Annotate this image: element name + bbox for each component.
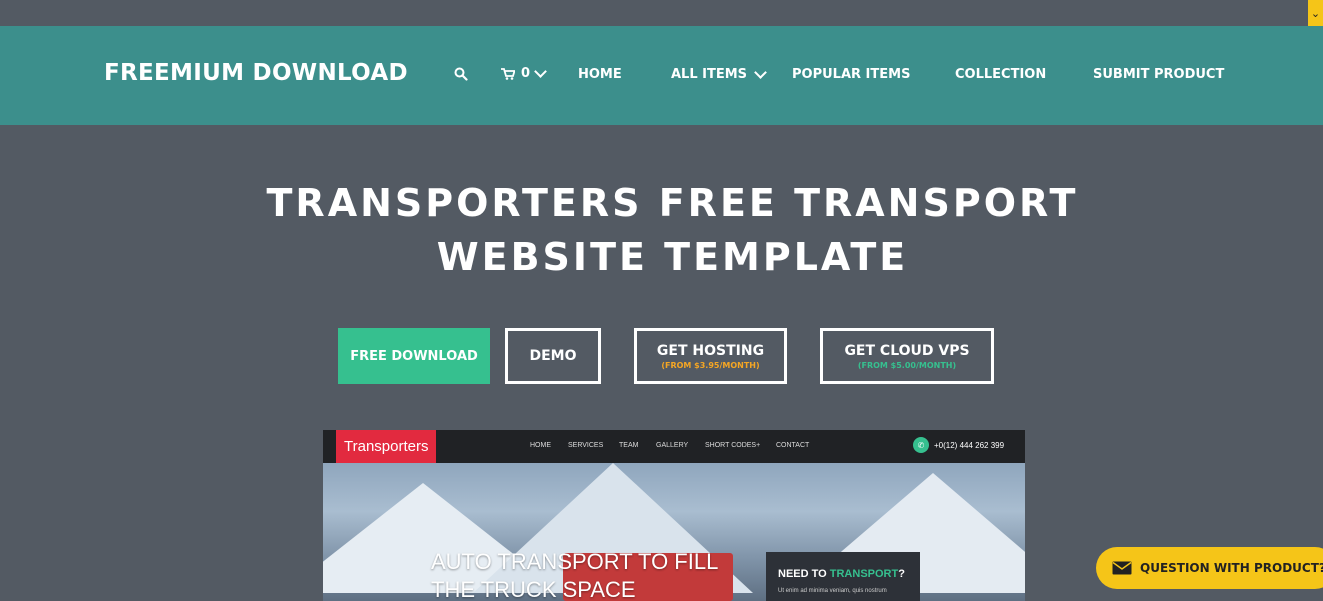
template-preview-image[interactable]: Transporters HOME SERVICES TEAM GALLERY … (323, 430, 1025, 601)
need-highlight: TRANSPORT (829, 568, 899, 580)
get-cloud-vps-price: (FROM $5.00/MONTH) (857, 360, 957, 370)
nav-all-items[interactable]: ALL ITEMS (671, 65, 767, 82)
free-download-button[interactable]: FREE DOWNLOAD (338, 328, 490, 384)
question-label: QUESTION WITH PRODUCT? (1140, 561, 1323, 575)
nav-home[interactable]: HOME (578, 67, 622, 82)
get-hosting-price: (FROM $3.95/MONTH) (661, 360, 760, 370)
preview-nav-item: HOME (530, 442, 551, 449)
chevron-down-icon (754, 65, 767, 79)
nav-popular-items[interactable]: POPULAR ITEMS (792, 67, 910, 82)
preview-nav-item: SERVICES (568, 442, 604, 449)
preview-nav-item: GALLERY (656, 442, 689, 449)
search-icon[interactable] (454, 67, 468, 81)
site-header: FREEMIUM DOWNLOAD 0 HOME ALL ITEMS POPUL… (0, 26, 1323, 125)
cart-menu[interactable]: 0 (501, 64, 547, 81)
get-cloud-vps-button[interactable]: GET CLOUD VPS (FROM $5.00/MONTH) (820, 328, 994, 384)
page-title-line2: WEBSITE TEMPLATE (436, 235, 909, 279)
page-title-line1: TRANSPORTERS FREE TRANSPORT (266, 181, 1079, 225)
page-title: TRANSPORTERS FREE TRANSPORT WEBSITE TEMP… (0, 176, 1323, 284)
need-suffix: ? (898, 568, 905, 580)
get-hosting-button[interactable]: GET HOSTING (FROM $3.95/MONTH) (634, 328, 787, 384)
preview-need-title: NEED TO TRANSPORT? (778, 568, 905, 580)
chevron-down-icon (534, 64, 547, 78)
site-brand[interactable]: FREEMIUM DOWNLOAD (104, 60, 408, 86)
cart-icon (501, 67, 515, 80)
get-hosting-label: GET HOSTING (656, 342, 765, 359)
demo-button[interactable]: DEMO (505, 328, 601, 384)
nav-all-items-label: ALL ITEMS (671, 67, 748, 82)
cart-count: 0 (521, 66, 531, 81)
mail-icon (1112, 561, 1132, 575)
corner-toggle-chevron-icon[interactable]: ⌄ (1308, 0, 1323, 26)
preview-headline: AUTO TRANSPORT TO FILL THE TRUCK SPACE (431, 548, 718, 601)
preview-nav-item: CONTACT (776, 442, 810, 449)
preview-phone: +0(12) 444 262 399 (934, 441, 1005, 450)
preview-nav-item: SHORT CODES+ (705, 442, 761, 449)
preview-nav-item: TEAM (619, 442, 639, 449)
preview-headline-line2: THE TRUCK SPACE (431, 577, 636, 601)
preview-headline-line1: AUTO TRANSPORT TO FILL (431, 549, 719, 574)
get-cloud-vps-label: GET CLOUD VPS (844, 342, 970, 359)
need-prefix: NEED TO (778, 568, 830, 580)
preview-need-box: NEED TO TRANSPORT? Ut enim ad minima ven… (766, 552, 920, 601)
nav-collection[interactable]: COLLECTION (955, 67, 1046, 82)
top-strip (0, 0, 1323, 26)
preview-need-text: Ut enim ad minima veniam, quis nostrum (778, 588, 887, 594)
question-with-product-button[interactable]: QUESTION WITH PRODUCT? (1096, 547, 1323, 589)
nav-submit-product[interactable]: SUBMIT PRODUCT (1093, 67, 1224, 82)
preview-brand: Transporters (336, 430, 437, 463)
phone-icon: ✆ (913, 437, 929, 453)
preview-navbar: Transporters HOME SERVICES TEAM GALLERY … (323, 430, 1025, 463)
